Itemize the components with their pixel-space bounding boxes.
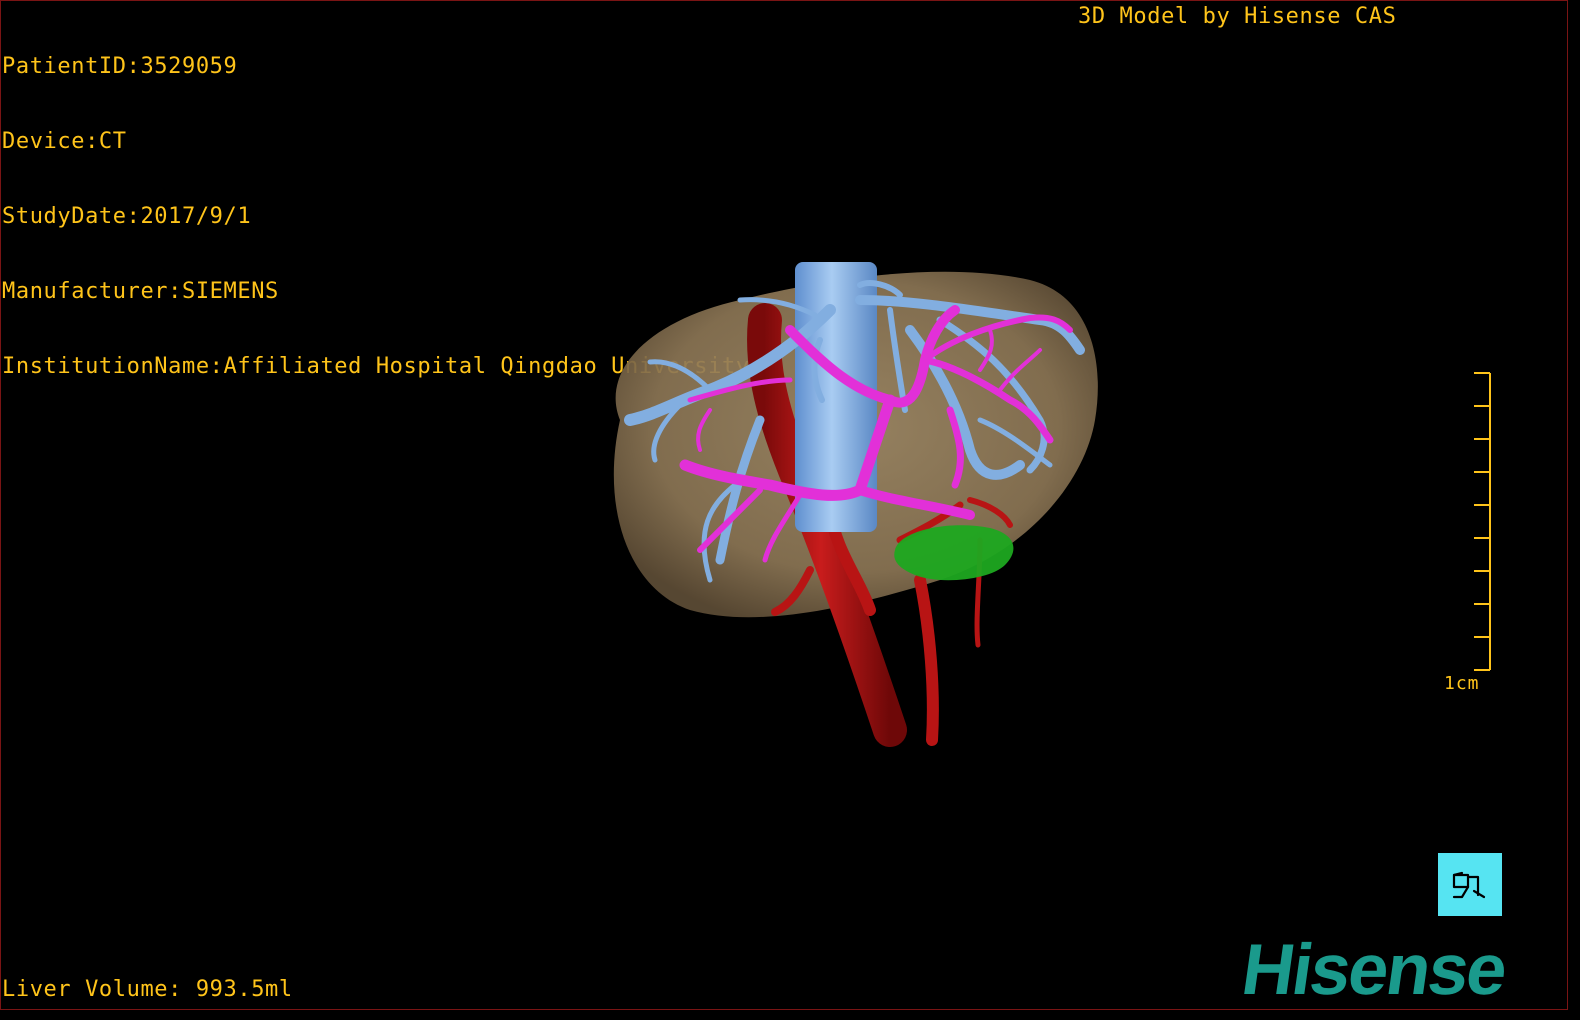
orientation-button[interactable] xyxy=(1438,853,1502,916)
liver-volume: Liver Volume: 993.5ml xyxy=(2,977,293,1002)
3d-model-viewport[interactable] xyxy=(560,250,1140,770)
scale-bar xyxy=(1474,372,1491,671)
study-date: StudyDate:2017/9/1 xyxy=(2,204,252,229)
hisense-logo: Hisense xyxy=(1237,930,1511,1010)
body-orientation-icon xyxy=(1452,871,1486,899)
liver-3d-model[interactable] xyxy=(560,250,1140,770)
patient-id: PatientID:3529059 xyxy=(2,54,238,79)
device: Device:CT xyxy=(2,129,127,154)
vendor-title: 3D Model by Hisense CAS xyxy=(1078,4,1397,29)
scale-label: 1cm xyxy=(1444,673,1480,694)
